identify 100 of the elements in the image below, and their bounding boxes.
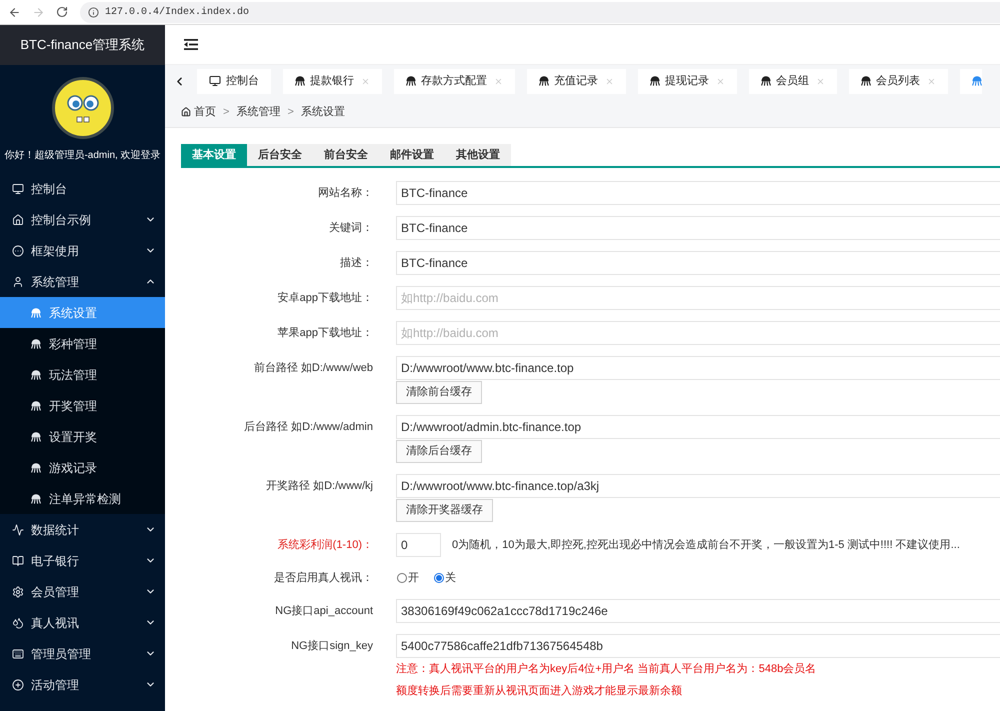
close-icon[interactable]	[716, 76, 725, 86]
page-tab[interactable]: 会员列表	[849, 68, 948, 94]
keyboard-icon	[12, 648, 24, 660]
jellyfish-icon	[31, 400, 41, 410]
jellyfish-icon	[31, 432, 41, 442]
home-icon	[12, 214, 24, 226]
settings-tab[interactable]: 邮件设置	[379, 144, 445, 166]
text-field[interactable]: 如http://baidu.com	[396, 321, 1000, 345]
breadcrumb-link[interactable]: 系统管理	[236, 104, 280, 120]
text-field[interactable]: 38306169f49c062a1ccc78d1719c246e	[396, 599, 1000, 623]
clear-cache-button[interactable]: 清除后台缓存	[396, 440, 482, 463]
number-field[interactable]: 0	[396, 533, 441, 557]
hint-text: 0为随机，10为最大,即控死,控死出现必中情况会造成前台不开奖，一般设置为1-5 测试中!!!! 不建议使用...	[452, 538, 960, 553]
breadcrumb-link[interactable]: 首页	[194, 104, 216, 120]
avatar-drawing	[52, 77, 114, 139]
sidebar-item[interactable]: 控制台示例	[0, 204, 165, 235]
sidebar-item[interactable]: 系统管理	[0, 266, 165, 297]
close-icon[interactable]	[927, 76, 936, 86]
field-label: NG接口api_account	[274, 604, 373, 619]
submenu-item[interactable]: 彩种管理	[0, 328, 165, 359]
text-field[interactable]: BTC-finance	[396, 251, 1000, 275]
jellyfish-icon	[31, 370, 41, 380]
jellyfish-icon	[295, 76, 305, 86]
clear-cache-button[interactable]: 清除开奖器缓存	[396, 499, 493, 522]
monitor-icon	[209, 75, 221, 87]
field-label: 网站名称：	[317, 186, 373, 201]
page-tab[interactable]: 提现记录	[638, 68, 737, 94]
field-label: 前台路径 如D:/www/web	[252, 360, 373, 376]
breadcrumb-link[interactable]: 系统设置	[300, 104, 345, 120]
sidebar-item[interactable]: 框架使用	[0, 235, 165, 266]
sidebar-item[interactable]: 真人视讯	[0, 607, 165, 638]
jellyfish-icon	[406, 76, 416, 86]
breadcrumb-separator: >	[223, 104, 230, 120]
text-field[interactable]: D:/wwwroot/www.btc-finance.top/a3kj	[396, 474, 1000, 498]
gear-icon	[12, 586, 24, 598]
settings-tab[interactable]: 前台安全	[313, 144, 379, 166]
warning-note: 额度转换后需要重新从视讯页面进入游戏才能显示最新余额	[396, 684, 682, 699]
settings-tab[interactable]: 其他设置	[445, 144, 511, 166]
jellyfish-icon	[761, 76, 771, 86]
submenu-item[interactable]: 注单异常检测	[0, 483, 165, 514]
sidebar-item[interactable]: 数据统计	[0, 514, 165, 545]
plus-circle-icon	[12, 678, 24, 690]
address-bar[interactable]: 127.0.0.4/Index.index.do	[80, 2, 1000, 22]
page-tab[interactable]: 存款方式配置	[394, 68, 515, 94]
page-tab[interactable]	[960, 68, 982, 94]
jellyfish-icon	[539, 76, 549, 86]
page-tab[interactable]: 控制台	[197, 68, 271, 94]
info-icon[interactable]	[88, 6, 99, 18]
submenu-item[interactable]: 开奖管理	[0, 390, 165, 421]
sidebar-item[interactable]: 控制台	[0, 173, 165, 204]
jellyfish-icon	[650, 76, 660, 86]
field-label: 开奖路径 如D:/www/kj	[265, 478, 373, 494]
radio-option[interactable]: 关	[434, 570, 456, 586]
page-tab[interactable]: 提款银行	[283, 68, 382, 94]
close-icon[interactable]	[361, 76, 370, 86]
book-icon	[12, 554, 24, 566]
close-icon[interactable]	[494, 76, 503, 86]
settings-tab[interactable]: 基本设置	[181, 144, 247, 166]
submenu-item[interactable]: 玩法管理	[0, 359, 165, 390]
page-tab[interactable]: 会员组	[749, 68, 837, 94]
jellyfish-icon	[972, 76, 982, 86]
jellyfish-icon	[861, 76, 871, 86]
app-title: BTC-finance管理系统	[0, 25, 165, 65]
text-field[interactable]: D:/wwwroot/www.btc-finance.top	[396, 356, 1000, 380]
text-field[interactable]: D:/wwwroot/admin.btc-finance.top	[396, 415, 1000, 439]
field-label: 苹果app下载地址：	[276, 326, 373, 341]
close-icon[interactable]	[605, 76, 614, 86]
droplets-icon	[12, 616, 24, 628]
text-field[interactable]: BTC-finance	[396, 216, 1000, 240]
field-label: NG接口sign_key	[290, 638, 373, 654]
text-field[interactable]: BTC-finance	[396, 181, 1000, 205]
breadcrumb-separator: >	[287, 104, 294, 120]
close-icon[interactable]	[816, 76, 825, 86]
back-icon[interactable]	[8, 6, 21, 18]
field-label: 后台路径 如D:/www/admin	[243, 420, 373, 435]
menu-icon[interactable]	[184, 39, 198, 50]
page-tab[interactable]: 充值记录	[527, 68, 626, 94]
sidebar-item[interactable]: 管理员管理	[0, 638, 165, 669]
field-label: 关键词：	[328, 220, 373, 236]
jellyfish-icon	[31, 308, 41, 318]
sidebar-item[interactable]: 会员管理	[0, 576, 165, 607]
radio-option[interactable]: 开	[397, 570, 419, 586]
submenu-item[interactable]: 设置开奖	[0, 421, 165, 452]
jellyfish-icon	[31, 338, 41, 348]
clear-cache-button[interactable]: 清除前台缓存	[396, 381, 482, 404]
text-field[interactable]: 5400c77586caffe21dfb71367564548b	[396, 634, 1000, 658]
settings-tab[interactable]: 后台安全	[247, 144, 313, 166]
field-label: 安卓app下载地址：	[276, 290, 373, 306]
jellyfish-icon	[31, 462, 41, 472]
field-label: 描述：	[339, 256, 373, 271]
reload-icon[interactable]	[56, 6, 68, 18]
user-icon	[12, 276, 24, 288]
warning-note: 注意：真人视讯平台的用户名为key后4位+用户名 当前真人平台用户名为：548b会员名	[396, 662, 816, 677]
jellyfish-icon	[31, 494, 41, 504]
sidebar-item[interactable]: 电子银行	[0, 545, 165, 576]
submenu-item[interactable]: 游戏记录	[0, 452, 165, 483]
home-icon	[181, 107, 191, 117]
sidebar-item[interactable]: 活动管理	[0, 669, 165, 700]
text-field[interactable]: 如http://baidu.com	[396, 286, 1000, 310]
field-label: 系统彩利润(1-10)：	[276, 538, 373, 553]
